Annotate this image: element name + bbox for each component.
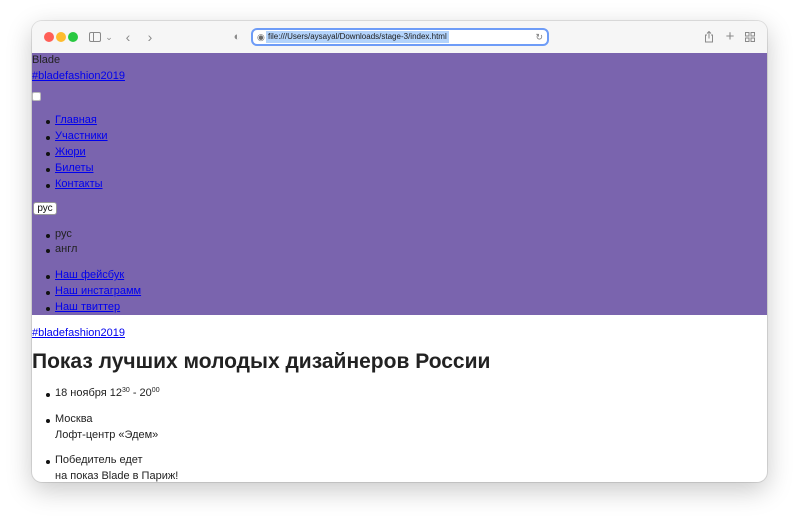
new-tab-icon[interactable]: +	[724, 29, 736, 45]
event-city: Москва	[55, 413, 93, 425]
header-hashtag-link[interactable]: #bladefashion2019	[32, 69, 125, 83]
list-bullet	[46, 184, 50, 188]
page-title: Показ лучших молодых дизайнеров России	[32, 350, 491, 373]
list-bullet	[46, 307, 50, 311]
nav-link-home[interactable]: Главная	[55, 113, 97, 127]
chevron-down-icon[interactable]: ⌄	[105, 29, 113, 45]
list-bullet	[46, 460, 50, 464]
zoom-window-button[interactable]	[68, 32, 78, 42]
browser-toolbar: ⌄ ‹ › ◐ ◉ file:///Users/aysayal/Download…	[32, 21, 767, 54]
site-header: Blade #bladefashion2019 Главная Участник…	[32, 53, 767, 315]
list-bullet	[46, 120, 50, 124]
tab-overview-icon[interactable]	[744, 29, 756, 45]
nav-link-contacts[interactable]: Контакты	[55, 177, 103, 191]
prize-line-1: Победитель едет	[55, 454, 143, 466]
list-bullet	[46, 419, 50, 423]
reload-icon[interactable]: ↻	[535, 31, 543, 43]
site-logo: Blade	[32, 54, 61, 66]
globe-icon: ◉	[257, 32, 265, 42]
list-bullet	[46, 168, 50, 172]
sidebar-toggle-icon[interactable]	[88, 29, 102, 45]
forward-arrow-icon[interactable]: ›	[145, 29, 155, 45]
close-window-button[interactable]	[44, 32, 54, 42]
language-option-en[interactable]: англ	[55, 242, 77, 256]
privacy-shield-icon[interactable]: ◐	[232, 29, 242, 45]
event-date: 18 ноября 1230 - 2000	[55, 386, 160, 400]
language-button[interactable]: рус	[33, 202, 57, 215]
event-venue: Лофт-центр «Эдем»	[55, 429, 159, 441]
main-hashtag-link[interactable]: #bladefashion2019	[32, 326, 125, 340]
list-bullet	[46, 152, 50, 156]
back-arrow-icon[interactable]: ‹	[123, 29, 133, 45]
minimize-window-button[interactable]	[56, 32, 66, 42]
share-icon[interactable]	[703, 29, 715, 45]
list-bullet	[46, 234, 50, 238]
nav-link-tickets[interactable]: Билеты	[55, 161, 93, 175]
address-bar[interactable]: ◉ file:///Users/aysayal/Downloads/stage-…	[251, 28, 549, 46]
list-bullet	[46, 291, 50, 295]
social-link-instagram[interactable]: Наш инстаграмм	[55, 284, 141, 298]
event-time-separator: - 20	[129, 387, 152, 399]
menu-toggle-checkbox[interactable]	[32, 92, 41, 101]
social-link-facebook[interactable]: Наш фейсбук	[55, 268, 124, 282]
list-bullet	[46, 136, 50, 140]
language-option-ru[interactable]: рус	[55, 227, 72, 241]
event-end-minutes: 00	[151, 387, 160, 394]
list-bullet	[46, 275, 50, 279]
nav-link-jury[interactable]: Жюри	[55, 145, 86, 159]
page-viewport: Blade #bladefashion2019 Главная Участник…	[32, 53, 767, 482]
event-start-minutes: 30	[121, 387, 130, 394]
list-bullet	[46, 393, 50, 397]
social-link-twitter[interactable]: Наш твиттер	[55, 300, 120, 314]
browser-window: ⌄ ‹ › ◐ ◉ file:///Users/aysayal/Download…	[32, 21, 767, 482]
event-date-text: 18 ноября 12	[55, 387, 122, 399]
list-bullet	[46, 249, 50, 253]
nav-link-participants[interactable]: Участники	[55, 129, 108, 143]
prize-line-2: на показ Blade в Париж!	[55, 470, 179, 482]
address-url[interactable]: file:///Users/aysayal/Downloads/stage-3/…	[266, 31, 449, 43]
